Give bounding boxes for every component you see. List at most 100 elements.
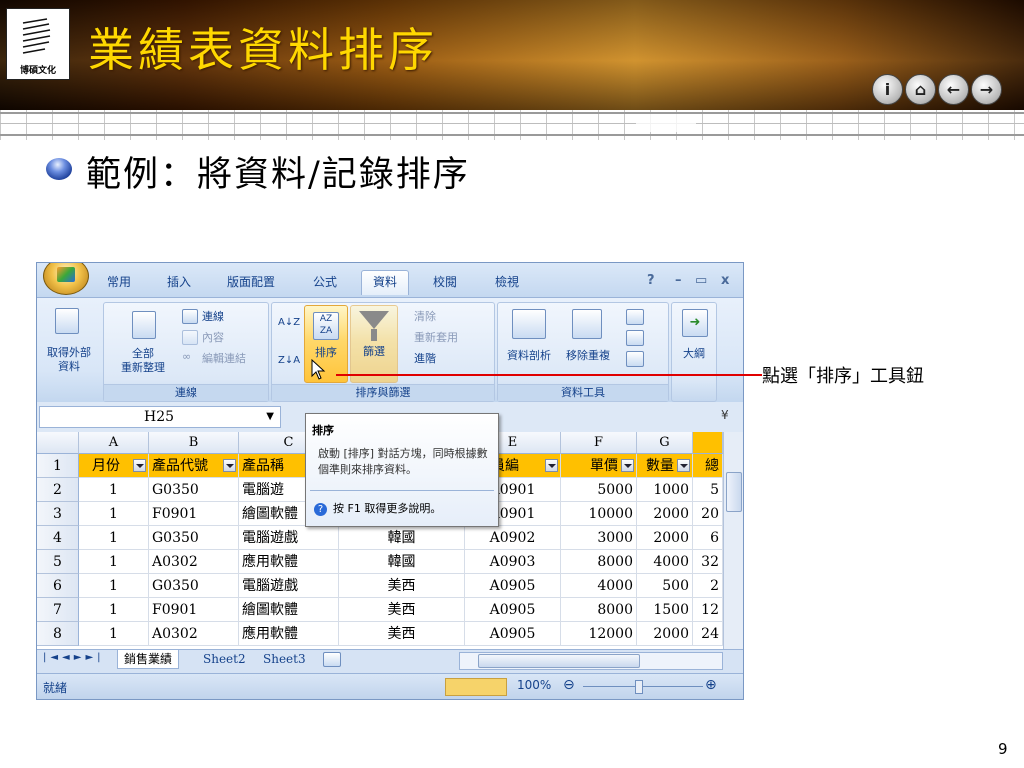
zoom-slider[interactable] xyxy=(583,686,703,687)
table-cell[interactable]: F0901 xyxy=(149,598,239,622)
table-cell[interactable]: 24 xyxy=(693,622,723,646)
row-header[interactable]: 5 xyxy=(37,550,79,574)
table-cell[interactable]: 2 xyxy=(693,574,723,598)
what-if-icon[interactable] xyxy=(626,351,644,367)
sheet-tab-sheet2[interactable]: Sheet2 xyxy=(197,650,252,668)
column-header-b[interactable]: B xyxy=(149,432,239,454)
table-cell[interactable]: 1 xyxy=(79,622,149,646)
sheet-nav-arrows-icon[interactable]: |◄◄►►| xyxy=(43,652,105,663)
filter-button[interactable]: 篩選 xyxy=(352,345,396,359)
horizontal-scrollbar[interactable] xyxy=(459,652,723,670)
row-header[interactable]: 6 xyxy=(37,574,79,598)
edit-links-button[interactable]: 編輯連結 xyxy=(202,350,246,366)
table-cell[interactable]: 應用軟體 xyxy=(239,550,339,574)
tab-page-layout[interactable]: 版面配置 xyxy=(227,273,275,290)
row-header[interactable]: 4 xyxy=(37,526,79,550)
table-cell[interactable]: 1 xyxy=(79,574,149,598)
table-cell[interactable]: 1 xyxy=(79,598,149,622)
table-cell[interactable]: 3000 xyxy=(561,526,637,550)
help-icon[interactable]: ? xyxy=(647,273,655,288)
table-cell[interactable]: G0350 xyxy=(149,574,239,598)
table-cell[interactable]: 500 xyxy=(637,574,693,598)
data-validation-icon[interactable] xyxy=(626,309,644,325)
table-cell[interactable]: G0350 xyxy=(149,478,239,502)
table-cell[interactable]: 美西 xyxy=(339,622,465,646)
table-cell[interactable]: 電腦遊戲 xyxy=(239,574,339,598)
filter-dropdown-icon[interactable] xyxy=(621,459,634,472)
sort-ascending-button[interactable]: A↓Z xyxy=(278,317,300,328)
column-header-g[interactable]: G xyxy=(637,432,693,454)
insert-sheet-icon[interactable] xyxy=(323,652,341,667)
consolidate-icon[interactable] xyxy=(626,330,644,346)
vertical-scrollbar[interactable] xyxy=(723,432,743,649)
table-cell[interactable]: 32 xyxy=(693,550,723,574)
table-cell[interactable]: 美西 xyxy=(339,574,465,598)
get-external-data-button[interactable]: 取得外部 資料 xyxy=(39,346,99,374)
filter-dropdown-icon[interactable] xyxy=(223,459,236,472)
table-cell[interactable]: 韓國 xyxy=(339,526,465,550)
table-cell[interactable]: F0901 xyxy=(149,502,239,526)
table-cell[interactable]: 2000 xyxy=(637,502,693,526)
table-cell[interactable]: 1000 xyxy=(637,478,693,502)
expand-formula-icon[interactable]: ¥ xyxy=(721,408,729,422)
row-header[interactable]: 2 xyxy=(37,478,79,502)
filter-dropdown-icon[interactable] xyxy=(545,459,558,472)
vertical-scroll-thumb[interactable] xyxy=(726,472,742,512)
table-cell[interactable]: 4000 xyxy=(561,574,637,598)
sheet-tab-sales[interactable]: 銷售業績 xyxy=(117,650,180,669)
table-cell[interactable]: 20 xyxy=(693,502,723,526)
table-cell[interactable]: 1 xyxy=(79,478,149,502)
name-box-dropdown-icon[interactable]: ▼ xyxy=(266,407,274,427)
table-cell[interactable]: 6 xyxy=(693,526,723,550)
header-cell[interactable]: 產品代號 xyxy=(149,454,239,478)
forward-icon[interactable]: → xyxy=(971,74,1002,105)
refresh-all-button[interactable]: 全部 重新整理 xyxy=(106,347,180,375)
table-cell[interactable]: A0302 xyxy=(149,550,239,574)
tab-review[interactable]: 校閱 xyxy=(433,273,457,290)
row-header[interactable]: 1 xyxy=(37,454,79,478)
table-cell[interactable]: A0905 xyxy=(465,622,561,646)
connections-button[interactable]: 連線 xyxy=(202,308,224,324)
table-cell[interactable]: 5 xyxy=(693,478,723,502)
name-box[interactable]: H25 ▼ xyxy=(39,406,281,428)
table-cell[interactable]: 12 xyxy=(693,598,723,622)
restore-icon[interactable]: ▭ xyxy=(695,273,707,288)
table-cell[interactable]: 1 xyxy=(79,502,149,526)
table-cell[interactable]: 電腦遊戲 xyxy=(239,526,339,550)
row-header[interactable]: 7 xyxy=(37,598,79,622)
table-cell[interactable]: 繪圖軟體 xyxy=(239,598,339,622)
table-cell[interactable]: 2000 xyxy=(637,526,693,550)
clear-button[interactable]: 清除 xyxy=(414,308,436,324)
zoom-slider-thumb[interactable] xyxy=(635,680,643,694)
zoom-in-icon[interactable]: ⊕ xyxy=(705,677,717,693)
table-cell[interactable]: A0902 xyxy=(465,526,561,550)
table-cell[interactable]: 韓國 xyxy=(339,550,465,574)
table-cell[interactable]: 1500 xyxy=(637,598,693,622)
header-cell[interactable]: 月份 xyxy=(79,454,149,478)
table-cell[interactable]: 1 xyxy=(79,550,149,574)
minimize-icon[interactable]: – xyxy=(675,273,682,288)
table-cell[interactable]: 美西 xyxy=(339,598,465,622)
tab-view[interactable]: 檢視 xyxy=(495,273,519,290)
sort-button[interactable]: 排序 xyxy=(305,346,347,360)
table-cell[interactable]: A0905 xyxy=(465,574,561,598)
row-header[interactable]: 3 xyxy=(37,502,79,526)
column-header-f[interactable]: F xyxy=(561,432,637,454)
close-icon[interactable]: x xyxy=(721,273,729,288)
sort-descending-button[interactable]: Z↓A xyxy=(278,355,300,366)
text-to-columns-button[interactable]: 資料剖析 xyxy=(502,349,556,363)
row-header[interactable]: 8 xyxy=(37,622,79,646)
table-cell[interactable]: A0903 xyxy=(465,550,561,574)
tab-data[interactable]: 資料 xyxy=(361,270,410,295)
header-cell[interactable]: 單價 xyxy=(561,454,637,478)
filter-dropdown-icon[interactable] xyxy=(677,459,690,472)
table-cell[interactable]: 5000 xyxy=(561,478,637,502)
table-cell[interactable]: A0302 xyxy=(149,622,239,646)
properties-button[interactable]: 內容 xyxy=(202,329,224,345)
advanced-button[interactable]: 進階 xyxy=(414,350,436,366)
table-cell[interactable]: 1 xyxy=(79,526,149,550)
filter-dropdown-icon[interactable] xyxy=(133,459,146,472)
outline-button[interactable]: 大綱 xyxy=(672,347,716,361)
tab-home[interactable]: 常用 xyxy=(107,273,131,290)
table-cell[interactable]: 8000 xyxy=(561,550,637,574)
